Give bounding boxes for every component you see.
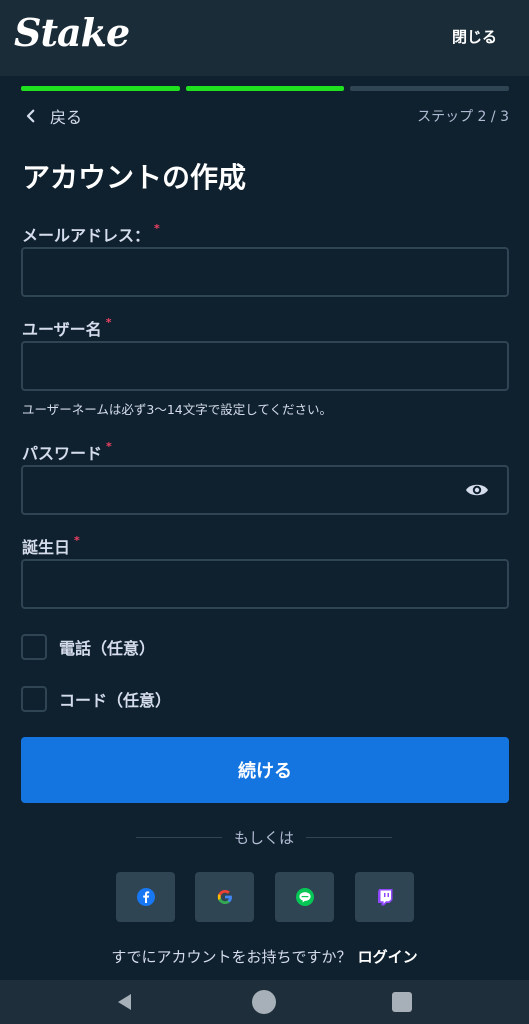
- facebook-icon: [136, 888, 155, 906]
- login-link[interactable]: ログイン: [358, 948, 418, 966]
- eye-icon[interactable]: [465, 480, 489, 500]
- login-prompt: すでにアカウントをお持ちですか？: [111, 948, 352, 966]
- required-mark: *: [154, 222, 160, 235]
- birthday-label-text: 誕生日: [22, 538, 71, 557]
- divider-line-right: [306, 836, 393, 838]
- continue-button[interactable]: 続ける: [21, 737, 509, 803]
- line-icon: [295, 888, 314, 906]
- page-title: アカウントの作成: [22, 161, 247, 194]
- chevron-left-icon: [26, 109, 35, 123]
- step-indicator: ステップ 2 / 3: [417, 109, 509, 125]
- birthday-label: 誕生日 *: [22, 534, 80, 558]
- nav-back-icon[interactable]: [115, 992, 135, 1012]
- code-optional-checkbox[interactable]: [21, 686, 47, 712]
- android-navigation-bar: [0, 980, 529, 1024]
- step-nav: 戻る ステップ 2 / 3: [22, 105, 509, 127]
- email-label-text: メールアドレス：: [22, 226, 151, 245]
- step-progress-bar: [21, 86, 510, 91]
- username-label-text: ユーザー名: [22, 320, 102, 339]
- code-optional-label: コード（任意）: [59, 691, 172, 710]
- or-divider: もしくは: [136, 826, 393, 848]
- required-mark: *: [106, 440, 112, 453]
- password-field[interactable]: [21, 465, 509, 515]
- password-label: パスワード *: [22, 440, 112, 464]
- username-label: ユーザー名 *: [22, 316, 111, 340]
- email-field[interactable]: [21, 247, 509, 297]
- line-login-button[interactable]: [275, 872, 334, 922]
- twitch-login-button[interactable]: [355, 872, 414, 922]
- email-label: メールアドレス： *: [22, 222, 160, 246]
- required-mark: *: [74, 534, 80, 547]
- divider-line-left: [136, 836, 222, 838]
- facebook-login-button[interactable]: [116, 872, 175, 922]
- header: Stake 閉じる: [0, 0, 529, 76]
- nav-recents-icon[interactable]: [392, 992, 412, 1012]
- username-hint: ユーザーネームは必ず3〜14文字で設定してください。: [22, 402, 332, 417]
- login-prompt-row: すでにアカウントをお持ちですか？ ログイン: [0, 946, 529, 967]
- progress-step-3: [350, 86, 510, 91]
- progress-step-2: [185, 86, 345, 91]
- birthday-field[interactable]: [21, 559, 509, 609]
- stake-logo[interactable]: Stake: [14, 10, 130, 55]
- google-login-button[interactable]: [195, 872, 254, 922]
- twitch-icon: [377, 889, 392, 906]
- back-button[interactable]: 戻る: [22, 104, 82, 128]
- google-icon: [217, 890, 232, 904]
- close-button[interactable]: 閉じる: [452, 26, 497, 47]
- nav-home-icon[interactable]: [252, 990, 276, 1014]
- phone-optional-checkbox[interactable]: [21, 634, 47, 660]
- username-field[interactable]: [21, 341, 509, 391]
- password-label-text: パスワード: [22, 444, 103, 463]
- code-optional-row: コード（任意）: [21, 686, 171, 712]
- phone-optional-label: 電話（任意）: [59, 639, 156, 658]
- or-text: もしくは: [234, 828, 295, 847]
- required-mark: *: [105, 316, 112, 329]
- phone-optional-row: 電話（任意）: [21, 634, 155, 660]
- progress-step-1: [21, 86, 180, 91]
- back-label: 戻る: [50, 108, 83, 127]
